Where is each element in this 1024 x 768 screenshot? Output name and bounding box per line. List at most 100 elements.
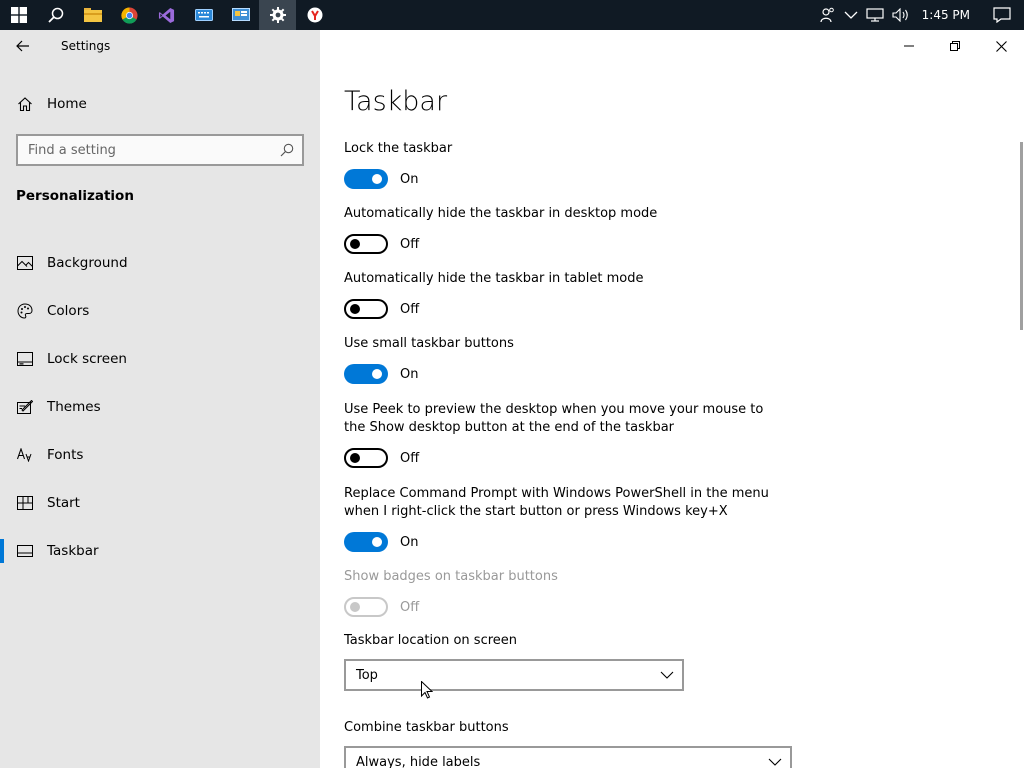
scrollbar[interactable] — [1020, 142, 1023, 330]
setting-peek: Use Peek to preview the desktop when you… — [344, 401, 784, 468]
setting-label: Automatically hide the taskbar in tablet… — [344, 271, 644, 286]
lock-screen-icon — [0, 352, 47, 366]
yandex-browser-icon — [307, 7, 322, 23]
back-button[interactable] — [0, 30, 46, 62]
control-panel-button[interactable] — [222, 0, 259, 30]
combine-dropdown[interactable]: Always, hide labels — [344, 746, 792, 768]
volume-button[interactable] — [888, 0, 914, 30]
badges-toggle — [344, 597, 388, 617]
search-placeholder: Find a setting — [28, 142, 116, 158]
close-button[interactable] — [978, 30, 1024, 62]
sidebar-item-start[interactable]: Start — [0, 479, 320, 527]
setting-label: Lock the taskbar — [344, 141, 453, 156]
windows-start-icon — [10, 7, 27, 23]
home-label: Home — [47, 96, 87, 112]
fonts-icon — [0, 448, 47, 462]
close-icon — [995, 40, 1007, 52]
picture-icon — [0, 256, 47, 270]
sidebar-item-home[interactable]: Home — [0, 88, 320, 120]
setting-badges: Show badges on taskbar buttons Off — [344, 568, 784, 617]
file-explorer-button[interactable] — [74, 0, 111, 30]
control-panel-icon — [231, 7, 250, 21]
toggle-state: Off — [400, 450, 420, 466]
notification-icon — [993, 7, 1011, 23]
autohide-desktop-toggle[interactable] — [344, 234, 388, 254]
settings-taskbar-button[interactable] — [259, 0, 296, 30]
network-button[interactable] — [862, 0, 888, 30]
settings-sidebar: Settings Home Find a setting Personaliza… — [0, 30, 320, 768]
sidebar-item-colors[interactable]: Colors — [0, 287, 320, 335]
sidebar-item-label: Taskbar — [47, 543, 99, 559]
people-icon — [820, 7, 834, 23]
toggle-state: On — [400, 171, 419, 187]
window-controls — [886, 30, 1024, 62]
powershell-toggle[interactable] — [344, 532, 388, 552]
combine-label: Combine taskbar buttons — [344, 720, 509, 735]
back-arrow-icon — [16, 40, 29, 52]
autohide-tablet-toggle[interactable] — [344, 299, 388, 319]
restore-icon — [950, 41, 960, 51]
setting-label: Show badges on taskbar buttons — [344, 569, 558, 584]
people-button[interactable] — [816, 0, 840, 30]
minimize-button[interactable] — [886, 30, 932, 62]
sidebar-item-background[interactable]: Background — [0, 239, 320, 287]
chrome-button[interactable] — [111, 0, 148, 30]
search-input[interactable]: Find a setting — [16, 134, 304, 166]
personalization-nav: Background Colors Lock screen Themes Fon… — [0, 239, 320, 575]
themes-icon — [0, 400, 47, 414]
taskbar-search-button[interactable] — [37, 0, 74, 30]
chrome-icon — [121, 6, 138, 24]
home-icon — [0, 96, 47, 112]
sidebar-item-label: Start — [47, 495, 80, 511]
sidebar-item-fonts[interactable]: Fonts — [0, 431, 320, 479]
start-button[interactable] — [0, 0, 37, 30]
yandex-browser-button[interactable] — [296, 0, 333, 30]
setting-powershell: Replace Command Prompt with Windows Powe… — [344, 485, 784, 552]
palette-icon — [0, 303, 47, 319]
windows-taskbar: 1:45 PM — [0, 0, 1024, 30]
sidebar-item-label: Colors — [47, 303, 90, 319]
sidebar-item-label: Themes — [47, 399, 101, 415]
taskbar-settings-page: Taskbar Lock the taskbar On Automaticall… — [320, 30, 1024, 768]
sidebar-item-taskbar[interactable]: Taskbar — [0, 527, 320, 575]
action-center-button[interactable] — [980, 0, 1024, 30]
start-icon — [0, 496, 47, 510]
small-buttons-toggle[interactable] — [344, 364, 388, 384]
show-hidden-icons-button[interactable] — [840, 0, 862, 30]
chevron-down-icon — [660, 671, 674, 679]
setting-small-buttons: Use small taskbar buttons On — [344, 335, 784, 384]
lock-taskbar-toggle[interactable] — [344, 169, 388, 189]
file-explorer-icon — [83, 8, 102, 22]
peek-toggle[interactable] — [344, 448, 388, 468]
search-icon[interactable] — [280, 143, 294, 157]
location-label: Taskbar location on screen — [344, 633, 518, 648]
restore-button[interactable] — [932, 30, 978, 62]
setting-lock-taskbar: Lock the taskbar On — [344, 140, 784, 189]
visual-studio-icon — [158, 7, 175, 23]
setting-label: Use small taskbar buttons — [344, 336, 514, 351]
page-title: Taskbar — [344, 86, 448, 117]
toggle-state: Off — [400, 236, 420, 252]
setting-autohide-tablet: Automatically hide the taskbar in tablet… — [344, 270, 784, 319]
setting-autohide-desktop: Automatically hide the taskbar in deskto… — [344, 205, 784, 254]
section-title: Personalization — [16, 188, 134, 204]
visual-studio-button[interactable] — [148, 0, 185, 30]
taskbar-clock[interactable]: 1:45 PM — [914, 0, 980, 30]
location-dropdown[interactable]: Top — [344, 659, 684, 691]
sidebar-item-label: Fonts — [47, 447, 84, 463]
sidebar-item-label: Background — [47, 255, 128, 271]
toggle-state: Off — [400, 301, 420, 317]
volume-icon — [892, 8, 908, 22]
keyboard-button[interactable] — [185, 0, 222, 30]
sidebar-item-lock-screen[interactable]: Lock screen — [0, 335, 320, 383]
toggle-state: Off — [400, 599, 420, 615]
search-icon — [47, 7, 63, 23]
network-icon — [866, 8, 884, 22]
dropdown-value: Always, hide labels — [356, 754, 481, 768]
setting-label: Use Peek to preview the desktop when you… — [344, 402, 764, 435]
chevron-up-icon — [844, 11, 858, 19]
settings-gear-icon — [269, 7, 286, 23]
app-title: Settings — [61, 39, 111, 53]
sidebar-item-themes[interactable]: Themes — [0, 383, 320, 431]
minimize-icon — [904, 45, 914, 47]
